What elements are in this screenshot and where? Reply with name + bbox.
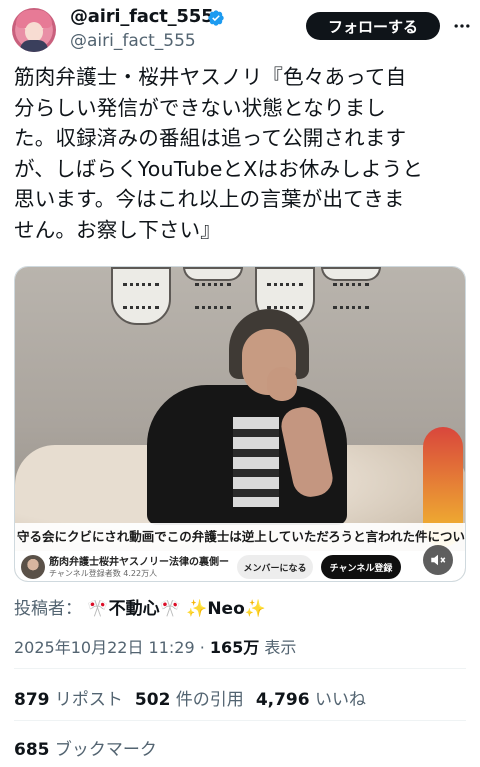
channel-bar: 筋肉弁護士桜井ヤスノリー法律の裏側ー チャンネル登録者数 4.22万人 メンバー… <box>15 551 465 581</box>
poster-name-primary[interactable]: 🎌不動心🎌 <box>87 599 180 619</box>
reposts-label: リポスト <box>49 690 123 710</box>
tweet-text-line: た。収録済みの番組は追って公開されます <box>14 126 407 151</box>
join-membership-button[interactable]: メンバーになる <box>237 555 313 579</box>
views-count: 165万 <box>209 638 260 657</box>
views-label: 表示 <box>259 638 297 657</box>
wall-mask-decoration <box>111 267 171 325</box>
video-caption: 守る会にクビにされ動画でこの弁護士は逆上していただろうと言われた件について <box>15 523 465 551</box>
tweet-text-line: が、しばらくYouTubeとXはお休みしようと <box>14 156 424 181</box>
speaker-muted-icon <box>431 554 446 566</box>
avatar-body <box>20 40 48 52</box>
channel-avatar[interactable] <box>21 555 45 579</box>
poster-credit: 投稿者： 🎌不動心🎌 ✨Neo✨ <box>14 594 266 622</box>
author-avatar[interactable] <box>12 8 56 52</box>
reposts-stat[interactable]: 879 リポスト <box>14 690 123 710</box>
bookmarks-stat[interactable]: 685 ブックマーク <box>14 735 157 760</box>
divider <box>14 668 466 669</box>
bookmarks-label: ブックマーク <box>49 740 157 760</box>
follow-button[interactable]: フォローする <box>306 12 440 40</box>
wall-mask-decoration <box>183 267 243 309</box>
reposts-count: 879 <box>14 690 50 710</box>
tweet-text: 筋肉弁護士・桜井ヤスノリ『色々あって自 分らしい発信ができない状態となりまし た… <box>14 62 470 246</box>
poster-name-secondary[interactable]: ✨Neo✨ <box>186 599 266 619</box>
tweet-media-video[interactable]: 守る会にクビにされ動画でこの弁護士は逆上していただろうと言われた件について 筋肉… <box>14 266 466 582</box>
quotes-count: 502 <box>134 690 171 710</box>
divider <box>14 720 466 721</box>
meta-separator: · <box>194 638 210 657</box>
tweet-text-line: 思います。今はこれ以上の言葉が出てきま <box>14 187 405 212</box>
author-handle[interactable]: @airi_fact_555 <box>70 31 196 51</box>
poster-label: 投稿者： <box>14 599 82 619</box>
ellipsis-icon <box>454 24 470 28</box>
avatar-face <box>25 22 43 42</box>
shirt-print <box>233 417 279 507</box>
likes-label: いいね <box>309 690 366 710</box>
bookmarks-count: 685 <box>14 740 50 760</box>
tweet-header: @airi_fact_555 @airi_fact_555 フォローする <box>0 0 480 58</box>
subscribe-button[interactable]: チャンネル登録 <box>321 555 401 579</box>
tweet-text-line: 筋肉弁護士・桜井ヤスノリ『色々あって自 <box>14 65 407 89</box>
quotes-label: 件の引用 <box>170 690 244 710</box>
engagement-stats: 879 リポスト 502 件の引用 4,796 いいね <box>14 685 366 710</box>
person-hand <box>267 367 297 401</box>
mute-toggle-icon[interactable] <box>423 545 453 575</box>
wall-mask-decoration <box>321 267 381 309</box>
channel-name[interactable]: 筋肉弁護士桜井ヤスノリー法律の裏側ー <box>49 553 229 568</box>
likes-count: 4,796 <box>255 690 310 710</box>
tweet-text-line: せん。お察し下さい』 <box>14 217 221 242</box>
tweet-meta: 2025年10月22日 11:29 · 165万 表示 <box>14 634 296 658</box>
likes-stat[interactable]: 4,796 いいね <box>256 690 366 710</box>
tweet-timestamp[interactable]: 2025年10月22日 11:29 <box>14 638 195 657</box>
author-display-name[interactable]: @airi_fact_555 <box>70 6 214 27</box>
more-options-icon[interactable] <box>450 14 474 38</box>
verified-badge-icon <box>208 10 224 26</box>
channel-subscriber-count: チャンネル登録者数 4.22万人 <box>49 569 158 578</box>
quotes-stat[interactable]: 502 件の引用 <box>135 690 244 710</box>
tweet-text-line: 分らしい発信ができない状態となりまし <box>14 95 386 120</box>
